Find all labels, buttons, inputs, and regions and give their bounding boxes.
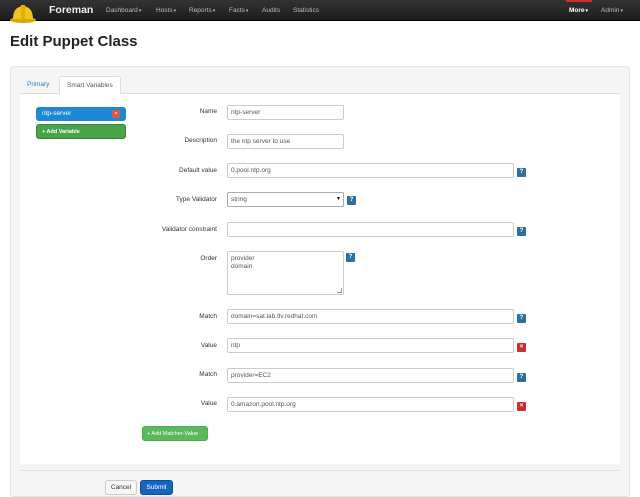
nav-admin[interactable]: Admin▾ xyxy=(601,7,623,14)
nav-reports[interactable]: Reports▾ xyxy=(189,7,215,14)
value-field[interactable]: ntp xyxy=(227,338,514,353)
nav-more[interactable]: More▾ xyxy=(569,7,588,14)
help-icon[interactable]: ? xyxy=(347,196,356,205)
nav-dashboard[interactable]: Dashboard▾ xyxy=(106,7,141,14)
active-indicator xyxy=(566,0,592,2)
description-label: Description xyxy=(184,137,217,144)
help-icon[interactable]: ? xyxy=(517,373,526,382)
chevron-down-icon: ▾ xyxy=(245,8,249,14)
variable-name: ntp-server xyxy=(42,110,72,117)
order-label: Order xyxy=(200,255,217,262)
tab-smart-variables[interactable]: Smart Variables xyxy=(59,76,121,95)
help-icon[interactable]: ? xyxy=(517,227,526,236)
order-textarea[interactable]: provider domain xyxy=(227,251,344,295)
match-field[interactable]: provider=EC2 xyxy=(227,368,514,383)
chevron-down-icon: ▾ xyxy=(138,8,142,14)
page-title: Edit Puppet Class xyxy=(10,33,138,50)
name-field[interactable]: ntp-server xyxy=(227,105,344,120)
match-field[interactable]: domain=sat.lab.tlv.redhat.com xyxy=(227,309,514,324)
chevron-down-icon: ▾ xyxy=(585,8,589,14)
hard-hat-icon[interactable] xyxy=(9,3,37,23)
remove-matcher-icon[interactable]: × xyxy=(517,402,526,411)
description-field[interactable]: the ntp server to use xyxy=(227,134,344,149)
validator-constraint-field[interactable] xyxy=(227,222,514,237)
nav-statistics[interactable]: Statistics xyxy=(293,7,319,14)
add-matcher-value-button[interactable]: + Add Matcher-Value xyxy=(142,426,208,441)
validator-constraint-label: Validator constraint xyxy=(161,226,217,233)
type-validator-label: Type Validator xyxy=(175,196,217,203)
tab-bar: Primary Smart Variables xyxy=(20,76,620,95)
nav-facts[interactable]: Facts▾ xyxy=(229,7,248,14)
chevron-down-icon: ▾ xyxy=(173,8,177,14)
top-navbar: Foreman Dashboard▾ Hosts▾ Reports▾ Facts… xyxy=(0,0,640,23)
nav-audits[interactable]: Audits xyxy=(262,7,280,14)
remove-matcher-icon[interactable]: × xyxy=(517,343,526,352)
help-icon[interactable]: ? xyxy=(517,168,526,177)
help-icon[interactable]: ? xyxy=(517,314,526,323)
order-line: domain xyxy=(231,263,253,270)
match-label: Match xyxy=(199,371,217,378)
value-label: Value xyxy=(200,400,217,407)
value-label: Value xyxy=(200,342,217,349)
tab-primary[interactable]: Primary xyxy=(20,76,56,94)
cancel-button[interactable]: Cancel xyxy=(105,480,137,495)
default-value-label: Default value xyxy=(179,167,217,174)
help-icon[interactable]: ? xyxy=(346,253,355,262)
default-value-field[interactable]: 0.pool.ntp.org xyxy=(227,163,514,178)
resize-handle-icon[interactable] xyxy=(337,288,342,293)
form-divider xyxy=(20,470,620,471)
chevron-down-icon: ▾ xyxy=(212,8,216,14)
dropdown-arrow-icon: ▾ xyxy=(336,196,340,202)
order-line: provider xyxy=(231,255,255,262)
submit-button[interactable]: Submit xyxy=(140,480,173,495)
chevron-down-icon: ▾ xyxy=(620,8,623,14)
match-label: Match xyxy=(199,313,217,320)
brand-name[interactable]: Foreman xyxy=(49,4,93,16)
value-field[interactable]: 0.amazon.pool.ntp.org xyxy=(227,397,514,412)
nav-hosts[interactable]: Hosts▾ xyxy=(156,7,176,14)
type-validator-select[interactable]: string ▾ xyxy=(227,192,344,207)
name-label: Name xyxy=(199,108,217,115)
